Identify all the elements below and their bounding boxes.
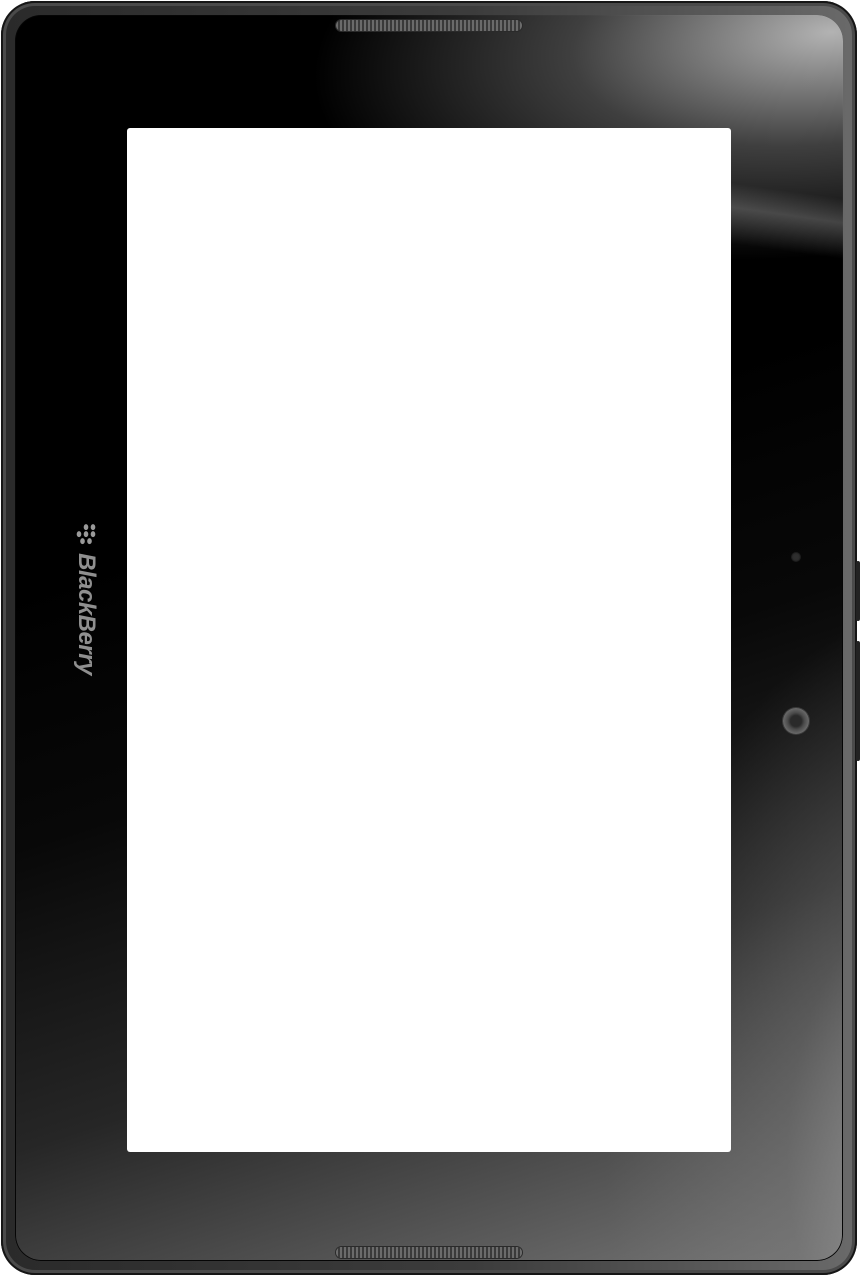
tablet-bezel: BlackBerry (15, 15, 843, 1261)
display-screen[interactable] (127, 128, 731, 1152)
volume-button[interactable] (856, 561, 860, 621)
bottom-speaker-grille (336, 1247, 522, 1258)
blackberry-logo-icon (76, 524, 96, 545)
brand-name: BlackBerry (73, 553, 100, 675)
side-button[interactable] (856, 641, 860, 761)
tablet-device: BlackBerry (1, 1, 860, 1275)
front-camera (783, 708, 809, 734)
top-speaker-grille (336, 20, 522, 31)
light-sensor (791, 552, 801, 562)
